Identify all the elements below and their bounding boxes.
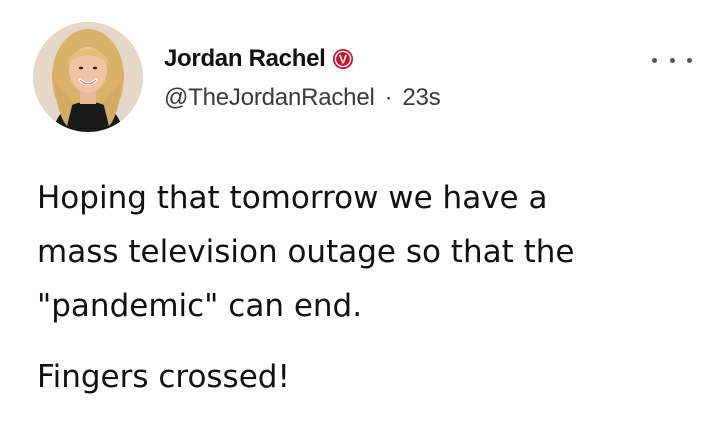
ellipsis-icon [669,57,675,63]
tweet-author: Jordan Rachel V @TheJordanRachel · 23s [164,44,441,112]
more-options-button[interactable] [652,48,692,72]
tweet-text-line: Hoping that tomorrow we have a [37,180,548,216]
avatar-image [33,22,143,132]
dot-separator: · [384,84,393,111]
user-handle[interactable]: @TheJordanRachel [164,84,375,112]
tweet-text-paragraph: Fingers crossed! [37,359,290,395]
verified-badge-icon: V [332,48,354,70]
name-row: Jordan Rachel V [164,44,441,74]
display-name[interactable]: Jordan Rachel [164,45,326,73]
handle-row: @TheJordanRachel · 23s [164,84,441,112]
tweet-card: Jordan Rachel V @TheJordanRachel · 23s H… [0,0,720,432]
tweet-text: Hoping that tomorrow we have a mass tele… [37,171,697,404]
ellipsis-icon [652,57,657,63]
tweet-text-line: "pandemic" can end. [37,288,363,324]
verified-badge-letter: V [338,52,346,66]
ellipsis-icon [687,57,692,63]
tweet-text-line: mass television outage so that the [37,234,575,270]
avatar[interactable] [33,22,143,132]
timestamp[interactable]: 23s [402,84,440,112]
